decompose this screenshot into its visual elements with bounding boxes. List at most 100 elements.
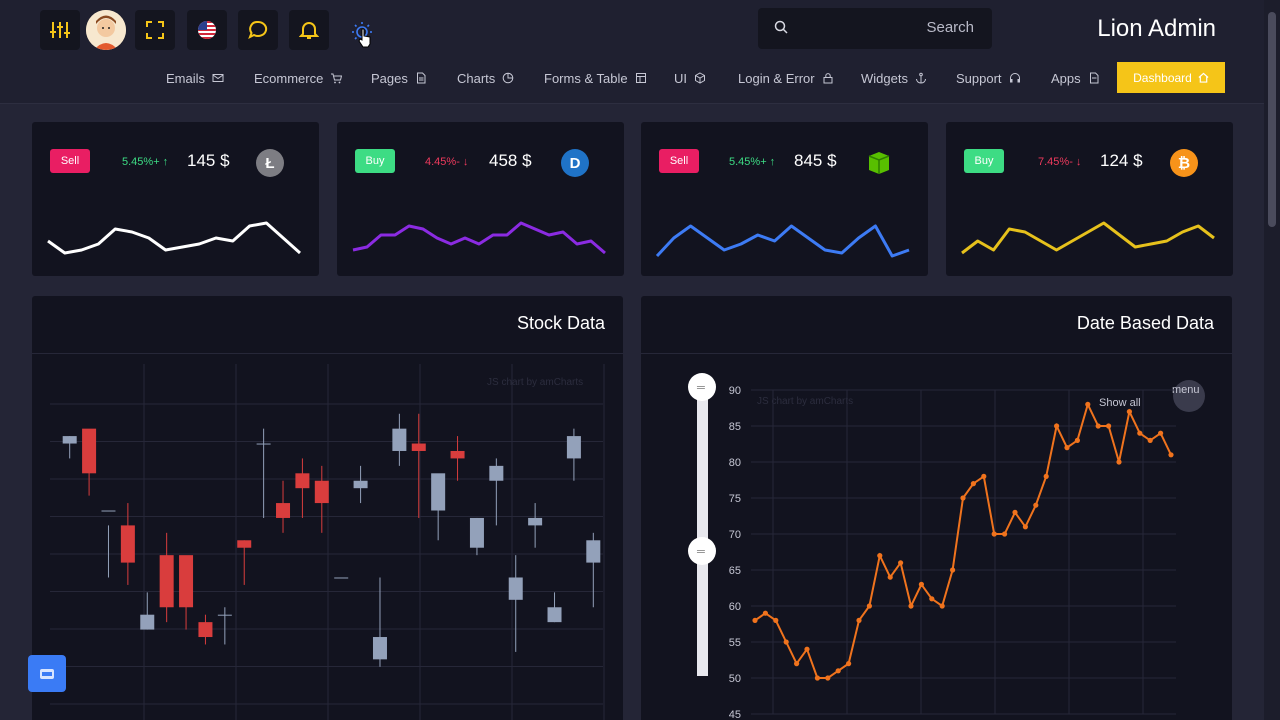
sparkline-path <box>961 221 1215 255</box>
menu-label: menu <box>1172 384 1200 396</box>
mail-icon <box>212 74 224 82</box>
buy-badge[interactable]: Buy <box>964 149 1004 173</box>
date-line-chart[interactable]: JS chart by amCharts Show all menu ═ ═ 4… <box>641 354 1232 720</box>
data-point <box>1095 423 1101 429</box>
nav-item-support[interactable]: Support <box>956 62 1021 94</box>
sell-badge[interactable]: Sell <box>659 149 699 173</box>
panel-title: Stock Data <box>516 313 605 333</box>
data-point <box>1022 524 1028 530</box>
nav-item-emails[interactable]: Emails <box>166 62 224 94</box>
nav-label: Forms & Table <box>544 70 628 86</box>
data-point <box>991 531 997 537</box>
candle-body <box>217 614 232 616</box>
nav-label: Emails <box>166 70 206 86</box>
sell-badge[interactable]: Sell <box>50 149 90 173</box>
nav-item-charts[interactable]: Charts <box>457 62 514 94</box>
sparkline-path <box>655 224 910 258</box>
avatar[interactable] <box>86 10 126 50</box>
nav-item-ecommerce[interactable]: Ecommerce <box>254 62 343 94</box>
change-value: 4.45%- ↓ <box>425 156 469 168</box>
bell-icon[interactable] <box>289 10 329 50</box>
nav-item-widgets[interactable]: Widgets <box>861 62 927 94</box>
headset-icon <box>1009 73 1020 83</box>
y-tick-label: 90 <box>729 385 741 397</box>
data-point <box>1168 452 1174 458</box>
table-icon <box>635 73 646 83</box>
home-icon <box>1198 72 1209 83</box>
nav-item-login-error[interactable]: Login & Error <box>738 62 834 94</box>
grip-icon: ═ <box>696 546 705 558</box>
us-flag-icon[interactable] <box>187 10 227 50</box>
candle-body <box>334 577 349 579</box>
candle-body <box>469 517 484 548</box>
buy-badge[interactable]: Buy <box>355 149 395 173</box>
stock-data-panel: Stock Data JS chart by amCharts <box>32 296 623 720</box>
data-point <box>950 567 956 573</box>
neo-icon <box>865 149 893 177</box>
y-tick-label: 85 <box>729 421 741 433</box>
switch-icon <box>40 668 54 679</box>
data-point <box>960 495 966 501</box>
scrollbar-track[interactable] <box>697 376 708 676</box>
y-tick-label: 50 <box>729 673 741 685</box>
candle-body <box>314 480 329 504</box>
fullscreen-icon[interactable] <box>135 10 175 50</box>
nav-item-dashboard[interactable]: Dashboard <box>1117 62 1225 93</box>
data-point <box>1043 473 1049 479</box>
chart-credit: JS chart by amCharts <box>487 377 583 388</box>
main-nav: Emails Ecommerce Pages Charts Forms & Ta… <box>0 62 1264 94</box>
stat-card: Buy 7.45%- ↓ 124 $ ₿ <box>946 122 1233 276</box>
file-icon <box>416 72 426 84</box>
data-point <box>846 661 852 667</box>
nav-label: Dashboard <box>1133 70 1192 85</box>
data-point <box>1064 445 1070 451</box>
chat-icon[interactable] <box>238 10 278 50</box>
stat-card: Sell 5.45%+ ↑ 145 $ Ł <box>32 122 319 276</box>
candle-body <box>82 428 97 474</box>
y-tick-label: 45 <box>729 709 741 720</box>
change-value: 5.45%+ ↑ <box>729 156 776 168</box>
nav-label: Login & Error <box>738 70 815 86</box>
stock-candlestick-chart[interactable]: JS chart by amCharts <box>32 354 623 720</box>
lock-icon <box>823 73 833 84</box>
y-tick-label: 75 <box>729 493 741 505</box>
nav-item-apps[interactable]: Apps <box>1051 62 1100 94</box>
y-tick-label: 55 <box>729 637 741 649</box>
candle-body <box>198 622 213 638</box>
candle-body <box>295 473 310 489</box>
pointer-cursor-icon <box>357 28 373 53</box>
doc-icon <box>1089 72 1099 84</box>
floating-settings-button[interactable] <box>28 655 66 692</box>
scrollbar-thumb[interactable] <box>1268 12 1276 227</box>
page-scrollbar[interactable] <box>1264 0 1280 720</box>
candle-body <box>586 540 601 563</box>
data-point <box>887 574 893 580</box>
dash-icon: D <box>561 149 589 177</box>
y-tick-label: 65 <box>729 565 741 577</box>
data-point <box>783 639 789 645</box>
change-value: 7.45%- ↓ <box>1038 156 1082 168</box>
data-point <box>1054 423 1060 429</box>
brand-title: Lion Admin <box>1097 15 1216 42</box>
data-point <box>1074 437 1080 443</box>
litecoin-icon: Ł <box>256 149 284 177</box>
nav-item-pages[interactable]: Pages <box>371 62 427 94</box>
price-value: 145 $ <box>187 151 230 170</box>
candle-body <box>179 555 194 608</box>
sparkline <box>47 221 301 255</box>
nav-item-ui[interactable]: UI <box>674 62 706 94</box>
data-point <box>752 617 758 623</box>
candle-body <box>431 473 446 511</box>
data-point <box>814 675 820 681</box>
candle-body <box>62 436 77 444</box>
pie-icon <box>502 72 514 84</box>
cart-icon <box>331 73 343 84</box>
nav-item-forms-table[interactable]: Forms & Table <box>544 62 647 94</box>
sliders-icon[interactable] <box>40 10 80 50</box>
nav-label: Pages <box>371 70 408 86</box>
series-line <box>754 401 1172 679</box>
show-all-button[interactable]: Show all <box>1099 397 1141 409</box>
search-input[interactable]: Search <box>758 8 992 49</box>
data-point <box>981 473 987 479</box>
sparkline <box>961 221 1215 255</box>
